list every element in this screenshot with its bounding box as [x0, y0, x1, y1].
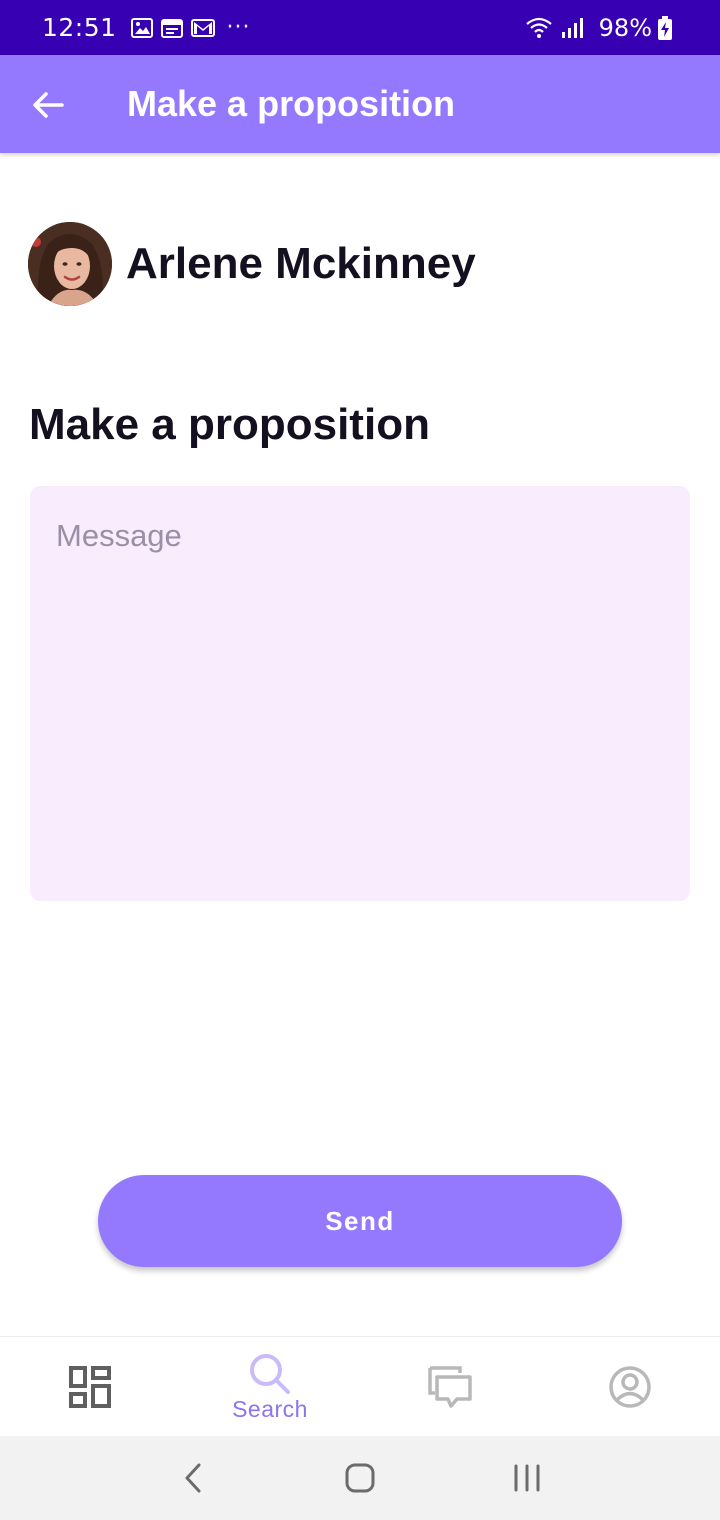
nav-label-search: Search — [232, 1395, 308, 1422]
app-bar: Make a proposition — [0, 55, 720, 153]
status-bar: 12:51 ··· 98% — [0, 0, 720, 55]
avatar — [28, 222, 112, 306]
section-title: Make a proposition — [29, 400, 430, 449]
recents-icon — [514, 1464, 540, 1492]
nav-item-dashboard[interactable] — [0, 1337, 180, 1437]
battery-charging-icon — [658, 15, 672, 40]
calendar-icon — [160, 18, 183, 38]
arrow-back-icon — [33, 92, 64, 118]
battery-percentage: 98% — [598, 13, 652, 42]
profile-row: Arlene Mckinney — [28, 222, 476, 306]
home-icon — [345, 1463, 375, 1493]
status-right: 98% — [525, 14, 680, 42]
account-icon — [609, 1366, 651, 1408]
nav-item-search[interactable]: Search — [180, 1337, 360, 1437]
send-button[interactable]: Send — [98, 1175, 622, 1267]
system-recents-button[interactable] — [497, 1448, 557, 1508]
wifi-icon — [525, 17, 553, 39]
system-navigation-bar — [0, 1436, 720, 1520]
image-icon — [130, 17, 153, 38]
more-notifications-indicator: ··· — [226, 15, 251, 40]
search-icon — [250, 1353, 290, 1394]
profile-name: Arlene Mckinney — [126, 239, 476, 288]
system-home-button[interactable] — [330, 1448, 390, 1508]
back-icon — [185, 1463, 201, 1493]
message-input[interactable] — [30, 486, 690, 901]
chat-icon — [428, 1366, 472, 1408]
bottom-navigation: Search — [0, 1336, 720, 1436]
signal-icon — [561, 17, 583, 39]
app-bar-title: Make a proposition — [127, 83, 456, 124]
dashboard-icon — [69, 1366, 111, 1408]
nav-item-chat[interactable] — [360, 1337, 540, 1437]
status-left: 12:51 ··· — [42, 13, 251, 42]
gmail-icon — [190, 18, 215, 38]
status-time: 12:51 — [42, 13, 117, 42]
system-back-button[interactable] — [163, 1448, 223, 1508]
back-button[interactable] — [28, 85, 68, 125]
nav-item-account[interactable] — [540, 1337, 720, 1437]
